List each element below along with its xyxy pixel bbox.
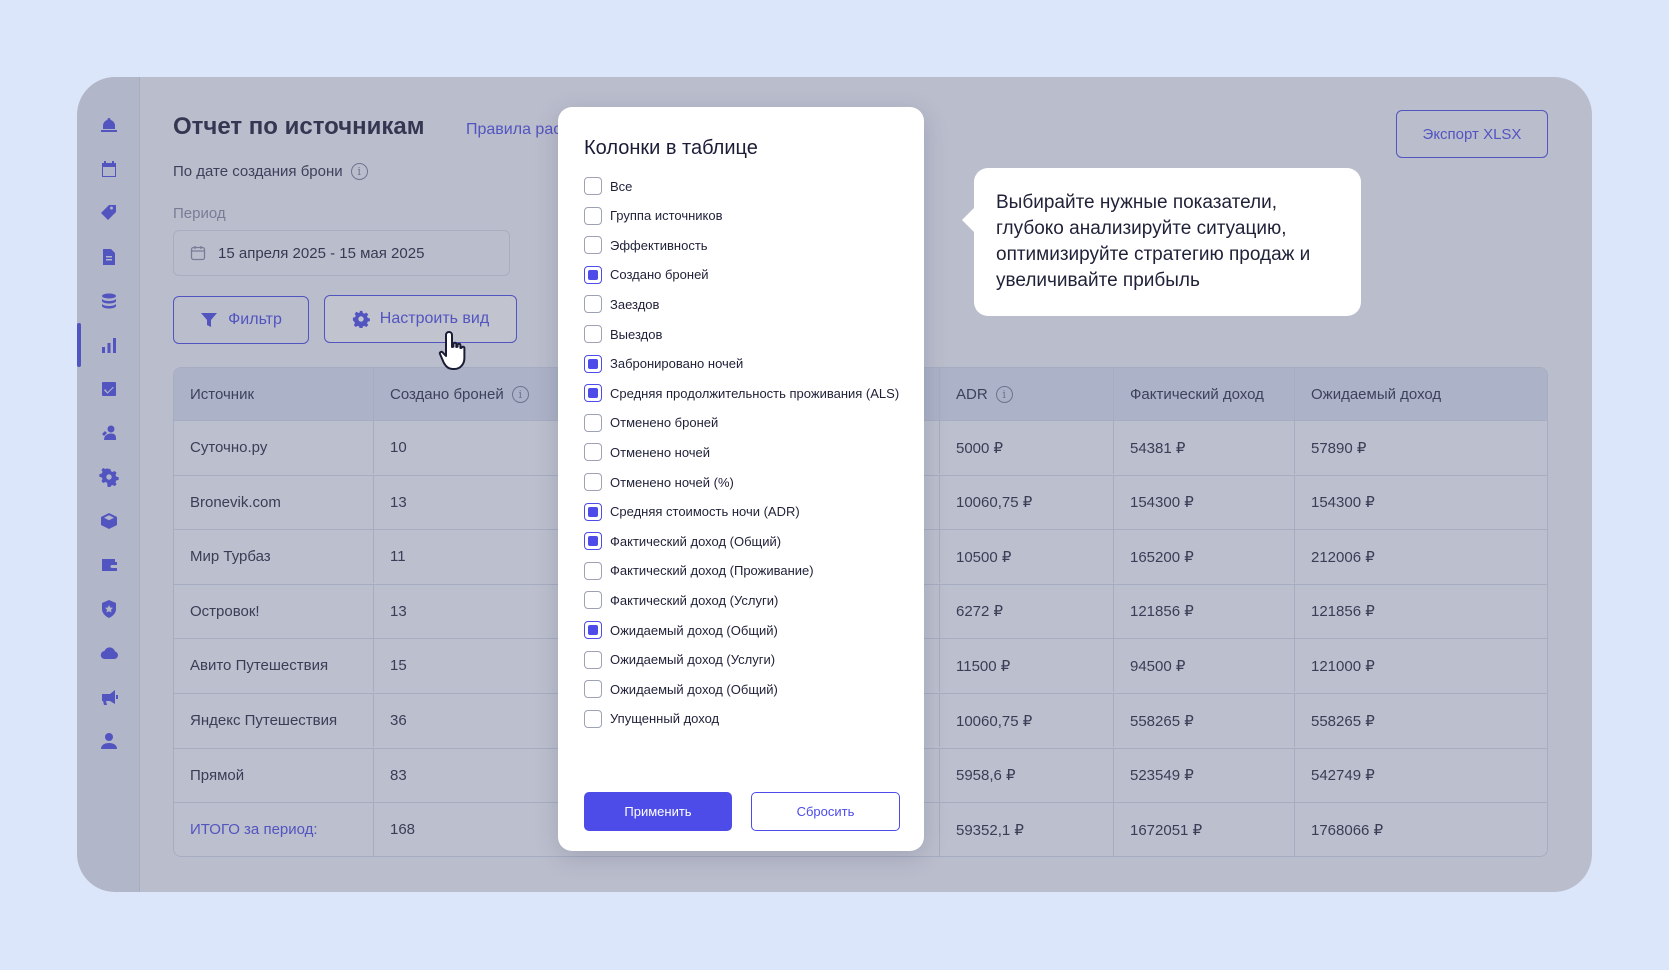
column-option[interactable]: Ожидаемый доход (Общий) [584,679,778,699]
checkbox-checked[interactable] [584,354,602,373]
apply-button[interactable]: Применить [584,792,732,831]
checkbox-unchecked[interactable] [584,177,602,195]
column-option-label: Упущенный доход [610,711,720,727]
column-option[interactable]: Эффективность [584,235,708,255]
checkbox-unchecked[interactable] [584,650,602,669]
column-option[interactable]: Группа источников [584,206,723,226]
checkbox-unchecked[interactable] [584,591,602,610]
column-option[interactable]: Фактический доход (Общий) [584,531,781,551]
column-option[interactable]: Фактический доход (Проживание) [584,561,814,581]
column-option[interactable]: Отменено ночей (%) [584,472,734,492]
column-option[interactable]: Ожидаемый доход (Общий) [584,620,778,640]
column-option-label: Отменено ночей [610,444,711,460]
checkbox-checked[interactable] [584,384,602,403]
column-option[interactable]: Выездов [584,324,662,344]
checkbox-unchecked[interactable] [584,295,602,314]
column-option-label: Средняя продолжительность проживания (AL… [610,385,900,401]
checkbox-unchecked[interactable] [584,413,602,432]
column-option-label: Фактический доход (Услуги) [610,592,779,608]
column-option-label: Ожидаемый доход (Общий) [610,622,778,638]
column-option-label: Средняя стоимость ночи (ADR) [610,504,800,520]
hand-cursor-icon [438,331,466,370]
column-option-label: Эффективность [610,237,708,253]
column-option-label: Отменено ночей (%) [610,474,734,490]
checkbox-unchecked[interactable] [584,561,602,580]
checkbox-unchecked[interactable] [584,709,602,728]
column-option-label: Фактический доход (Общий) [610,533,782,549]
column-option[interactable]: Забронировано ночей [584,354,743,374]
checkbox-unchecked[interactable] [584,325,602,343]
column-option-label: Фактический доход (Проживание) [610,563,814,579]
column-option[interactable]: Фактический доход (Услуги) [584,590,778,610]
checkbox-checked[interactable] [584,532,602,551]
checkbox-unchecked[interactable] [584,680,602,699]
column-option[interactable]: Все [584,176,632,196]
column-option[interactable]: Отменено броней [584,413,718,433]
column-option-label: Заездов [610,296,660,312]
column-option-label: Ожидаемый доход (Общий) [610,681,778,697]
columns-modal: Колонки в таблице Все Группа источников Эф… [558,107,924,851]
column-option-label: Забронировано ночей [610,356,744,372]
modal-title: Колонки в таблице [584,137,758,159]
column-option[interactable]: Ожидаемый доход (Услуги) [584,650,775,670]
checkbox-unchecked[interactable] [584,236,602,255]
checkbox-unchecked[interactable] [584,206,602,225]
column-option[interactable]: Средняя стоимость ночи (ADR) [584,502,800,522]
checkbox-checked[interactable] [584,621,602,639]
checkbox-checked[interactable] [584,265,602,284]
checkbox-unchecked[interactable] [584,443,602,462]
promo-tooltip: Выбирайте нужные показатели, глубоко ана… [962,168,1361,316]
column-option-label: Все [610,178,633,194]
column-option[interactable]: Отменено ночей [584,442,710,462]
column-option[interactable]: Средняя продолжительность проживания (AL… [584,383,899,403]
checkbox-unchecked[interactable] [584,473,602,491]
column-option-label: Создано броней [610,267,709,283]
column-option-label: Выездов [610,326,663,342]
column-option-label: Отменено броней [610,415,719,431]
column-option[interactable]: Создано броней [584,265,709,285]
column-option-label: Ожидаемый доход (Услуги) [610,652,776,668]
column-option-label: Группа источников [610,208,723,224]
checkbox-checked[interactable] [584,502,602,521]
reset-button[interactable]: Сбросить [751,792,900,831]
column-option[interactable]: Заездов [584,294,659,314]
column-option[interactable]: Упущенный доход [584,709,719,729]
